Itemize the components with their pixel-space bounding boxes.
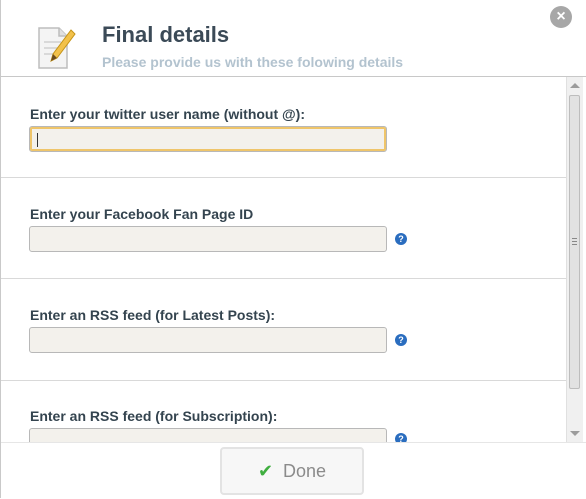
dialog-footer: ✔ Done bbox=[1, 442, 586, 499]
done-button-label: Done bbox=[283, 460, 327, 481]
twitter-username-input[interactable] bbox=[29, 126, 387, 152]
document-pencil-icon bbox=[35, 24, 79, 74]
thumb-grip-line bbox=[572, 238, 577, 239]
checkmark-icon: ✔ bbox=[257, 460, 274, 481]
rss-latest-posts-label: Enter an RSS feed (for Latest Posts): bbox=[30, 307, 276, 323]
thumb-grip-line bbox=[572, 241, 577, 242]
rss-subscription-input[interactable] bbox=[29, 428, 387, 442]
close-icon[interactable]: × bbox=[550, 6, 572, 28]
field-row-rss-subscription: Enter an RSS feed (for Subscription): ? bbox=[1, 381, 566, 442]
help-icon[interactable]: ? bbox=[395, 334, 407, 346]
field-row-twitter: Enter your twitter user name (without @)… bbox=[1, 77, 566, 178]
dialog-title: Final details bbox=[102, 22, 230, 47]
text-caret bbox=[37, 133, 38, 147]
help-icon[interactable]: ? bbox=[395, 233, 407, 245]
help-icon[interactable]: ? bbox=[395, 433, 407, 442]
thumb-grip-line bbox=[572, 244, 577, 245]
rss-latest-posts-input[interactable] bbox=[29, 327, 387, 353]
scroll-down-icon[interactable] bbox=[570, 431, 580, 436]
done-button[interactable]: ✔ Done bbox=[220, 447, 364, 495]
final-details-dialog: Final details Please provide us with the… bbox=[0, 0, 586, 499]
rss-subscription-label: Enter an RSS feed (for Subscription): bbox=[30, 408, 278, 424]
dialog-subtitle: Please provide us with these folowing de… bbox=[102, 54, 404, 70]
vertical-scrollbar[interactable] bbox=[566, 77, 583, 442]
twitter-username-label: Enter your twitter user name (without @)… bbox=[30, 106, 306, 122]
dialog-header: Final details Please provide us with the… bbox=[1, 0, 586, 77]
form-content: Enter your twitter user name (without @)… bbox=[1, 77, 566, 442]
scroll-thumb[interactable] bbox=[569, 95, 580, 389]
field-row-rss-latest: Enter an RSS feed (for Latest Posts): ? bbox=[1, 279, 566, 381]
facebook-page-id-label: Enter your Facebook Fan Page ID bbox=[30, 206, 254, 222]
field-row-facebook: Enter your Facebook Fan Page ID ? bbox=[1, 178, 566, 279]
facebook-page-id-input[interactable] bbox=[29, 226, 387, 252]
scroll-up-icon[interactable] bbox=[570, 83, 580, 88]
